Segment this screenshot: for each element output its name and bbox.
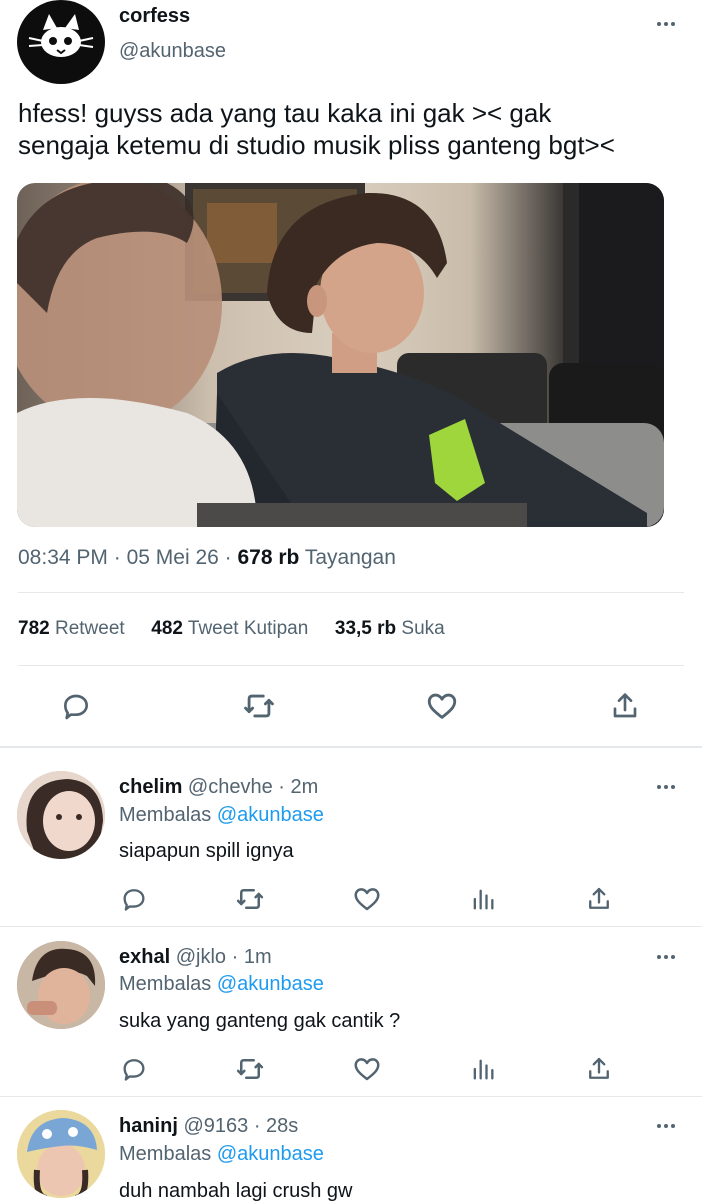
replying-to-link[interactable]: @akunbase (217, 1143, 324, 1165)
avatar-image (17, 771, 105, 859)
cat-logo-icon (28, 14, 94, 57)
like-icon (354, 1058, 380, 1081)
user-handle[interactable]: @akunbase (119, 40, 226, 63)
like-icon (427, 693, 457, 719)
more-icon[interactable] (655, 1120, 677, 1132)
tweet-stats: 782 Retweet 482 Tweet Kutipan 33,5 rb Su… (18, 618, 445, 640)
likes-stat[interactable]: 33,5 rb Suka (335, 618, 445, 639)
quotes-label: Tweet Kutipan (187, 618, 309, 639)
reply-time[interactable]: 28s (266, 1115, 298, 1137)
more-icon[interactable] (655, 951, 677, 963)
reply-display-name[interactable]: chelim (119, 776, 182, 798)
meta-separator: · (224, 546, 232, 569)
replying-to: Membalas @akunbase (119, 973, 324, 996)
more-icon[interactable] (655, 781, 677, 793)
replying-prefix: Membalas (119, 973, 212, 995)
reply-text: suka yang ganteng gak cantik ? (119, 1010, 401, 1032)
meta-separator: · (253, 1115, 261, 1137)
views-icon (473, 1059, 494, 1080)
likes-label: Suka (401, 618, 445, 639)
meta-separator: · (278, 776, 285, 798)
reply-time[interactable]: 1m (244, 946, 272, 968)
share-button[interactable] (582, 1052, 616, 1086)
retweet-icon (236, 1059, 264, 1079)
share-icon (613, 693, 637, 718)
avatar[interactable] (17, 941, 105, 1029)
replying-to-link[interactable]: @akunbase (217, 804, 324, 826)
tweet-date[interactable]: 05 Mei 26 (127, 546, 219, 569)
like-button[interactable] (350, 882, 384, 916)
retweet-button[interactable] (233, 1052, 267, 1086)
like-button[interactable] (350, 1052, 384, 1086)
account-avatar[interactable] (17, 0, 105, 84)
share-icon (589, 887, 609, 909)
tweet-text-line-2: sengaja ketemu di studio musik pliss gan… (18, 130, 615, 160)
reply-time[interactable]: 2m (291, 776, 319, 798)
reply-icon (123, 1059, 145, 1081)
reply-display-name[interactable]: haninj (119, 1115, 178, 1137)
views-count: 678 rb (237, 546, 300, 569)
reply-display-name[interactable]: exhal (119, 946, 170, 968)
avatar-image (17, 1110, 105, 1198)
retweet-button[interactable] (233, 882, 267, 916)
divider (0, 746, 702, 748)
reply-handle[interactable]: @jklo (176, 946, 226, 968)
reply-icon (123, 889, 145, 911)
quotes-count: 482 (151, 618, 183, 639)
divider (0, 1096, 702, 1097)
replying-prefix: Membalas (119, 1143, 212, 1165)
meta-separator: · (231, 946, 239, 968)
avatar[interactable] (17, 771, 105, 859)
retweets-stat[interactable]: 782 Retweet (18, 618, 130, 639)
like-icon (354, 888, 380, 911)
share-button[interactable] (607, 688, 643, 724)
quotes-stat[interactable]: 482 Tweet Kutipan (151, 618, 313, 639)
photo-scene (17, 183, 664, 527)
replying-to: Membalas @akunbase (119, 804, 324, 827)
likes-count: 33,5 rb (334, 618, 397, 639)
tweet-text-line-1: hfess! guyss ada yang tau kaka ini gak >… (18, 98, 552, 128)
tweet-meta: 08:34 PM · 05 Mei 26 · 678 rb Tayangan (18, 546, 396, 570)
replying-to-link[interactable]: @akunbase (217, 973, 324, 995)
more-icon[interactable] (655, 18, 677, 30)
retweets-label: Retweet (54, 618, 125, 639)
reply-button[interactable] (117, 882, 151, 916)
avatar-image (17, 941, 105, 1029)
tweet-photo[interactable] (17, 183, 664, 527)
tweet-time[interactable]: 08:34 PM (18, 546, 108, 569)
share-icon (589, 1057, 609, 1079)
retweets-count: 782 (18, 618, 50, 639)
reply-header: chelim @chevhe · 2m (119, 776, 318, 799)
divider (0, 926, 702, 927)
divider (18, 665, 684, 666)
reply-header: exhal @jklo · 1m (119, 946, 272, 969)
retweet-button[interactable] (241, 688, 277, 724)
reply-icon (63, 694, 88, 720)
reply-handle[interactable]: @chevhe (188, 776, 273, 798)
views-button[interactable] (466, 882, 500, 916)
retweet-icon (244, 694, 274, 718)
tweet-text: hfess! guyss ada yang tau kaka ini gak >… (18, 97, 615, 161)
reply-button[interactable] (58, 688, 94, 724)
reply-text: siapapun spill ignya (119, 840, 294, 862)
reply-button[interactable] (117, 1052, 151, 1086)
like-button[interactable] (424, 688, 460, 724)
display-name[interactable]: corfess (119, 5, 190, 28)
replying-to: Membalas @akunbase (119, 1143, 324, 1166)
meta-separator: · (113, 546, 121, 569)
views-button[interactable] (466, 1052, 500, 1086)
divider (18, 592, 684, 593)
reply-header: haninj @9163 · 28s (119, 1115, 298, 1138)
avatar[interactable] (17, 1110, 105, 1198)
views-label: Tayangan (304, 546, 396, 569)
share-button[interactable] (582, 882, 616, 916)
views-icon (473, 889, 494, 910)
retweet-icon (236, 889, 264, 909)
replying-prefix: Membalas (119, 804, 212, 826)
reply-handle[interactable]: @9163 (183, 1115, 248, 1137)
